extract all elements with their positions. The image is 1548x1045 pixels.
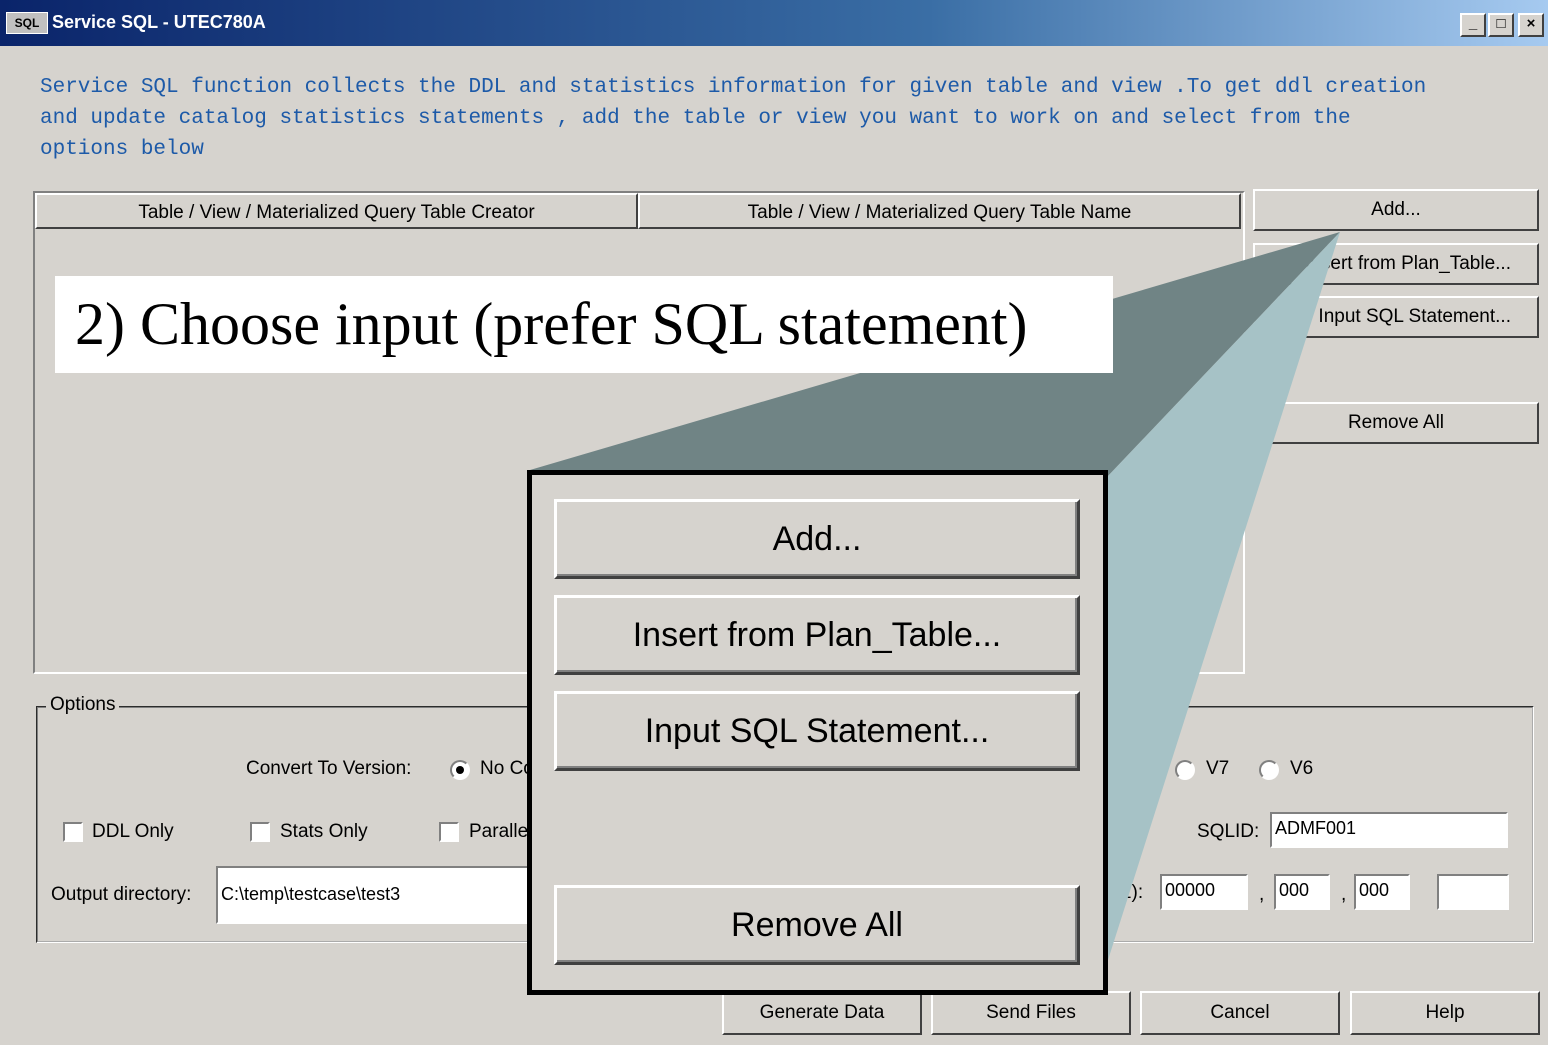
zoom-insert-from-plan-table-button[interactable]: Insert from Plan_Table... [554,595,1080,675]
callout-label: 2) Choose input (prefer SQL statement) [55,276,1113,373]
zoom-input-sql-statement-button[interactable]: Input SQL Statement... [554,691,1080,771]
zoomed-buttons-panel: Add... Insert from Plan_Table... Input S… [527,470,1108,995]
zoom-add-button[interactable]: Add... [554,499,1080,579]
zoom-remove-all-button[interactable]: Remove All [554,885,1080,965]
